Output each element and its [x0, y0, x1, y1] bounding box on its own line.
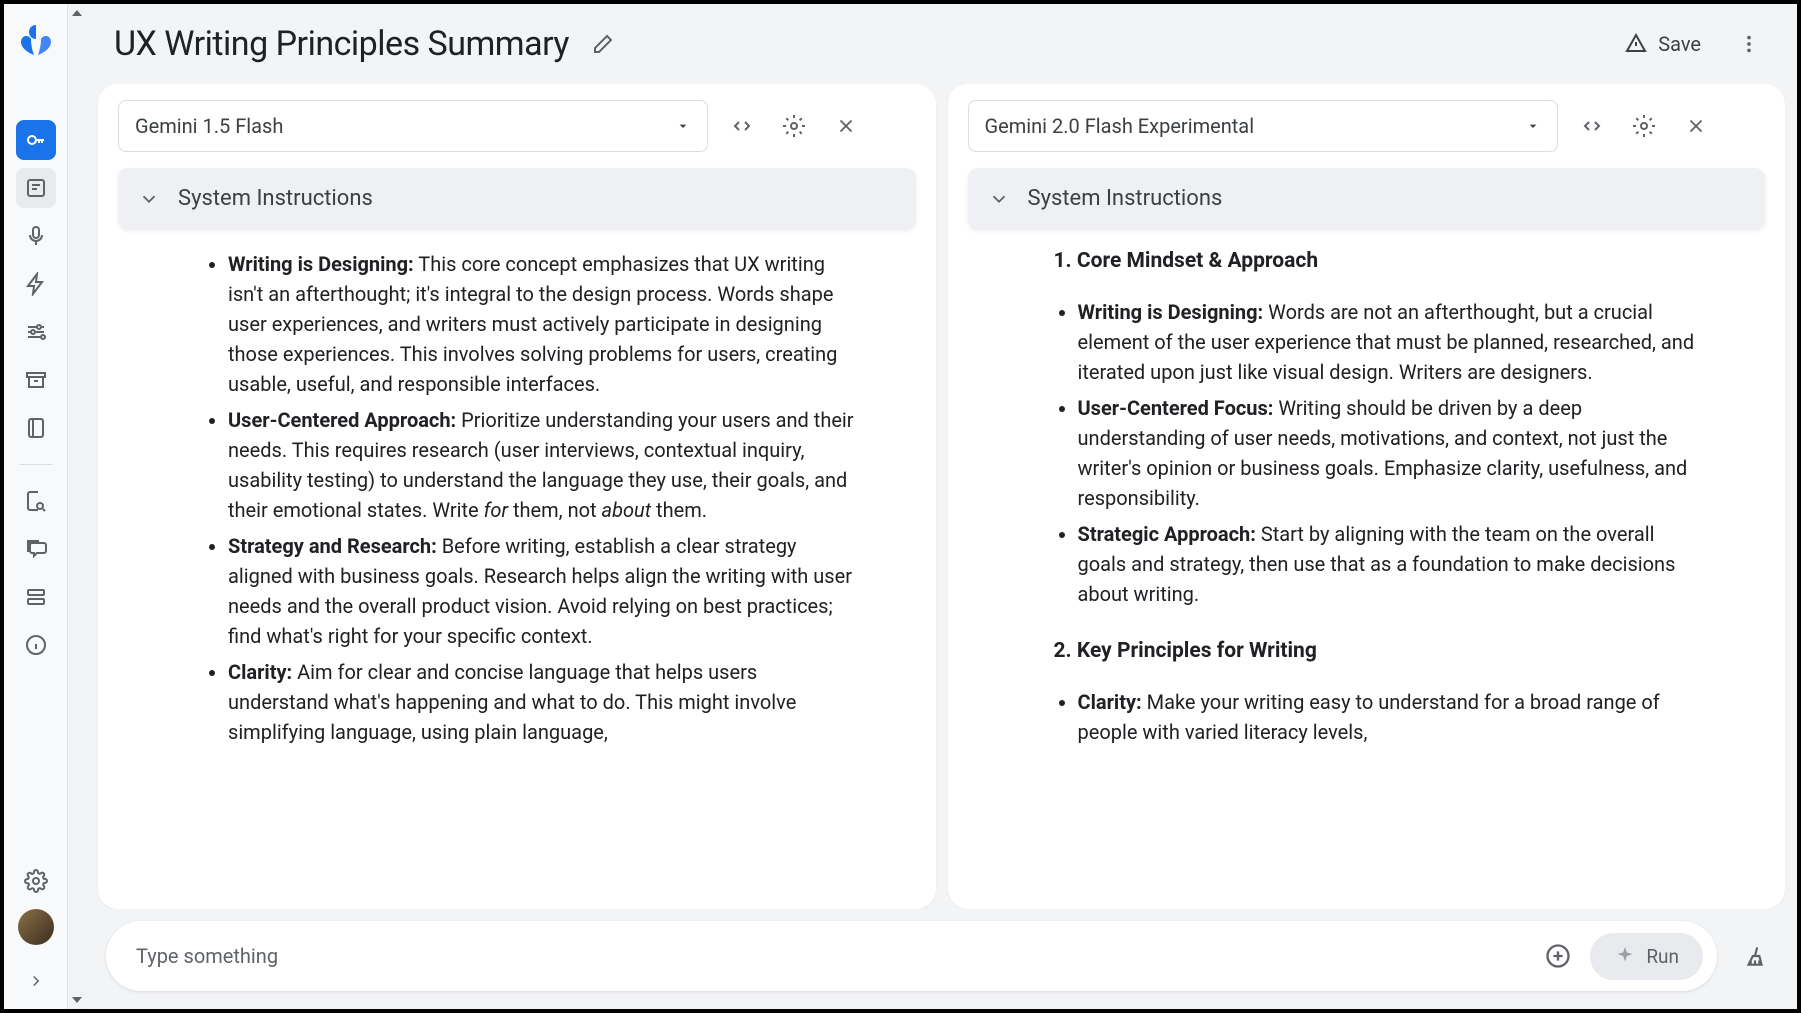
system-instructions-label: System Instructions: [178, 186, 373, 211]
add-button[interactable]: [1538, 936, 1578, 976]
edit-title-button[interactable]: [585, 26, 621, 62]
prompt-input-container: Run: [106, 921, 1717, 991]
list-item: Clarity: Make your writing easy to under…: [1078, 687, 1706, 747]
close-button-left[interactable]: [828, 108, 864, 144]
model-select-left[interactable]: Gemini 1.5 Flash: [118, 100, 708, 152]
prompt-input[interactable]: [136, 944, 1526, 968]
left-sidebar: [4, 4, 68, 1009]
pane-right-body[interactable]: 1. Core Mindset & Approach Writing is De…: [948, 229, 1786, 909]
app-logo[interactable]: [18, 22, 54, 62]
nav-key-button[interactable]: [16, 120, 56, 160]
chevron-down-icon: [988, 188, 1010, 210]
nav-prompt-button[interactable]: [16, 168, 56, 208]
run-label: Run: [1646, 945, 1679, 968]
system-instructions-label: System Instructions: [1028, 186, 1223, 211]
list-item: User-Centered Focus: Writing should be d…: [1078, 393, 1706, 513]
page-title: UX Writing Principles Summary: [114, 24, 569, 64]
save-button[interactable]: Save: [1612, 24, 1713, 64]
more-menu-button[interactable]: [1729, 24, 1769, 64]
pane-left-header: Gemini 1.5 Flash: [98, 84, 936, 168]
pane-right-header: Gemini 2.0 Flash Experimental: [948, 84, 1786, 168]
list-item: Clarity: Aim for clear and concise langu…: [228, 657, 856, 747]
model-select-label: Gemini 2.0 Flash Experimental: [985, 114, 1255, 138]
topbar: UX Writing Principles Summary Save: [86, 4, 1797, 84]
section-heading: 2. Key Principles for Writing: [1054, 639, 1706, 663]
sidebar-scrollbar[interactable]: [68, 4, 86, 1009]
settings-button-right[interactable]: [1626, 108, 1662, 144]
list-item: Strategic Approach: Start by aligning wi…: [1078, 519, 1706, 609]
code-button-right[interactable]: [1574, 108, 1610, 144]
nav-chat-button[interactable]: [16, 529, 56, 569]
list-item: User-Centered Approach: Prioritize under…: [228, 405, 856, 525]
nav-settings-button[interactable]: [16, 861, 56, 901]
section-heading: 1. Core Mindset & Approach: [1054, 249, 1706, 273]
bottom-bar: Run: [86, 921, 1797, 1009]
compare-container: Gemini 1.5 Flash System Instruct: [86, 84, 1797, 909]
nav-flash-button[interactable]: [16, 264, 56, 304]
save-label: Save: [1658, 32, 1701, 56]
pane-right: Gemini 2.0 Flash Experimental Sy: [948, 84, 1786, 909]
nav-tune-button[interactable]: [16, 312, 56, 352]
nav-mic-button[interactable]: [16, 216, 56, 256]
clear-button[interactable]: [1733, 934, 1777, 978]
main-area: UX Writing Principles Summary Save Gemin…: [86, 4, 1797, 1009]
list-item: Writing is Designing: This core concept …: [228, 249, 856, 399]
nav-layout-button[interactable]: [16, 577, 56, 617]
nav-info-button[interactable]: [16, 625, 56, 665]
expand-sidebar-button[interactable]: [16, 961, 56, 1001]
chevron-down-icon: [138, 188, 160, 210]
run-button[interactable]: Run: [1590, 933, 1703, 980]
user-avatar[interactable]: [18, 909, 54, 945]
system-instructions-right[interactable]: System Instructions: [968, 168, 1766, 229]
nav-book-button[interactable]: [16, 408, 56, 448]
nav-archive-button[interactable]: [16, 360, 56, 400]
rail-divider: [20, 464, 52, 465]
nav-doc-search-button[interactable]: [16, 481, 56, 521]
model-select-right[interactable]: Gemini 2.0 Flash Experimental: [968, 100, 1558, 152]
code-button-left[interactable]: [724, 108, 760, 144]
settings-button-left[interactable]: [776, 108, 812, 144]
list-item: Writing is Designing: Words are not an a…: [1078, 297, 1706, 387]
pane-left: Gemini 1.5 Flash System Instruct: [98, 84, 936, 909]
pane-left-body[interactable]: Writing is Designing: This core concept …: [98, 229, 936, 909]
close-button-right[interactable]: [1678, 108, 1714, 144]
system-instructions-left[interactable]: System Instructions: [118, 168, 916, 229]
model-select-label: Gemini 1.5 Flash: [135, 114, 283, 138]
list-item: Strategy and Research: Before writing, e…: [228, 531, 856, 651]
